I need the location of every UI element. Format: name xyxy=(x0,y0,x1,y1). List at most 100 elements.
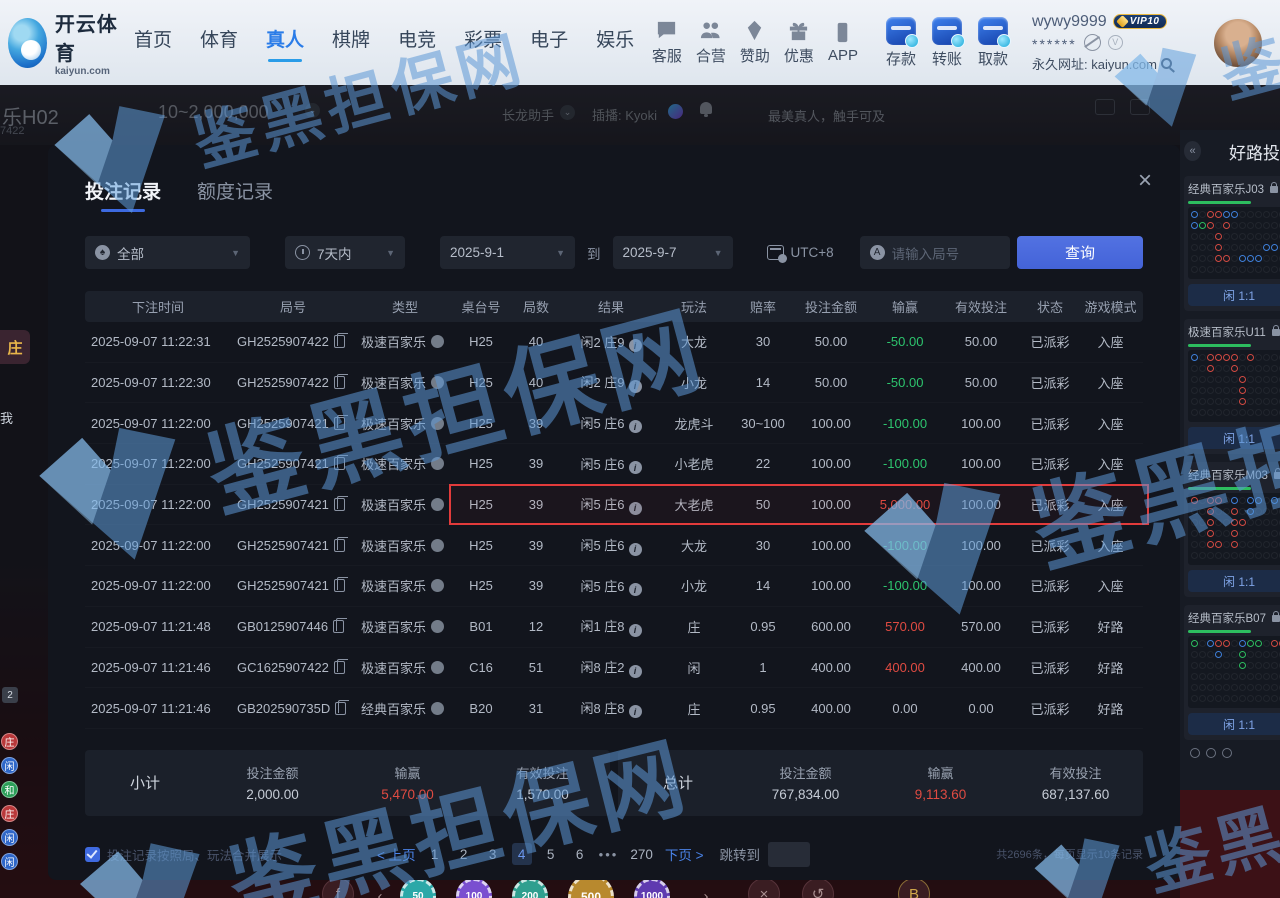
menu-item-棋牌[interactable]: 棋牌 xyxy=(332,25,370,60)
menu-item-体育[interactable]: 体育 xyxy=(200,25,238,60)
cancel-bet-icon[interactable]: × xyxy=(748,878,780,898)
prev-page-button[interactable]: < 上页 xyxy=(377,844,416,864)
nav-item-promo[interactable]: 优惠 xyxy=(784,19,814,66)
menu-item-彩票[interactable]: 彩票 xyxy=(464,25,502,60)
collapse-icon[interactable]: « xyxy=(1184,141,1201,161)
info-icon[interactable]: i xyxy=(629,543,642,556)
copy-icon[interactable] xyxy=(335,702,346,715)
chip-200[interactable]: 200 xyxy=(512,878,548,898)
page-number-2[interactable]: 2 xyxy=(454,843,474,865)
page-number-last[interactable]: 270 xyxy=(627,843,656,865)
game-type-icon[interactable] xyxy=(431,498,444,511)
date-from-dropdown[interactable]: 2025-9-1 ▼ xyxy=(440,236,575,269)
close-icon[interactable]: × xyxy=(1138,169,1152,193)
nav-item-app[interactable]: APP xyxy=(828,21,858,64)
game-type-icon[interactable] xyxy=(431,620,444,633)
total-winloss: 9,113.60 xyxy=(873,787,1008,802)
column-header: 结果 xyxy=(565,297,657,316)
copy-icon[interactable] xyxy=(334,457,345,470)
withdraw-button[interactable]: 取款 xyxy=(978,17,1008,69)
menu-item-电竞[interactable]: 电竞 xyxy=(398,25,436,60)
quick-bet-button[interactable]: 闲 1:1 xyxy=(1188,713,1280,735)
game-type-icon[interactable] xyxy=(431,702,444,715)
copy-icon[interactable] xyxy=(334,335,345,348)
copy-icon[interactable] xyxy=(334,579,345,592)
page-number-6[interactable]: 6 xyxy=(570,843,590,865)
copy-icon[interactable] xyxy=(334,661,345,674)
search-icon[interactable] xyxy=(1161,58,1172,69)
chips-next-icon[interactable]: › xyxy=(690,880,722,898)
chip-1000[interactable]: 1000 xyxy=(634,878,670,898)
total-amount: 767,834.00 xyxy=(738,787,873,802)
info-icon[interactable]: i xyxy=(629,461,642,474)
vip-badge[interactable]: VIP10 xyxy=(1113,14,1168,29)
refresh-v-icon[interactable]: V xyxy=(1108,35,1123,50)
copy-icon[interactable] xyxy=(334,498,345,511)
copy-icon[interactable] xyxy=(334,417,345,430)
tab-bet-records[interactable]: 投注记录 xyxy=(85,177,161,214)
tab-quota-records[interactable]: 额度记录 xyxy=(197,177,273,214)
copy-icon[interactable] xyxy=(334,376,345,389)
page-number-5[interactable]: 5 xyxy=(541,843,561,865)
brand-logo-icon xyxy=(8,18,47,68)
nav-item-partner[interactable]: 合营 xyxy=(696,19,726,66)
pager-dots[interactable] xyxy=(1190,748,1280,758)
menu-item-首页[interactable]: 首页 xyxy=(134,25,172,60)
timezone-label: UTC+8 xyxy=(767,245,834,260)
info-icon[interactable]: i xyxy=(629,502,642,515)
quick-bet-button[interactable]: 闲 1:1 xyxy=(1188,570,1280,592)
deposit-button[interactable]: 存款 xyxy=(886,17,916,69)
transfer-button[interactable]: 转账 xyxy=(932,17,962,69)
game-type-icon[interactable] xyxy=(431,579,444,592)
menu-item-娱乐[interactable]: 娱乐 xyxy=(596,25,634,60)
copy-icon[interactable] xyxy=(334,539,345,552)
info-icon[interactable]: i xyxy=(629,705,642,718)
info-icon[interactable]: i xyxy=(629,420,642,433)
game-type-icon[interactable] xyxy=(431,539,444,552)
pagination: < 上页123456•••270下页 > xyxy=(377,843,703,865)
info-icon[interactable]: i xyxy=(629,583,642,596)
merge-toggle[interactable]: 投注记录按照局、玩法合并展示 xyxy=(85,845,282,864)
page-number-4[interactable]: 4 xyxy=(512,843,532,865)
menu-item-真人[interactable]: 真人 xyxy=(266,25,304,60)
quick-bet-button[interactable]: 闲 1:1 xyxy=(1188,427,1280,449)
nav-item-sponsor[interactable]: 赞助 xyxy=(740,19,770,66)
date-to-dropdown[interactable]: 2025-9-7 ▼ xyxy=(613,236,733,269)
query-button[interactable]: 查询 xyxy=(1017,236,1143,269)
menu-item-电子[interactable]: 电子 xyxy=(530,25,568,60)
eye-off-icon[interactable] xyxy=(1084,34,1101,51)
chip-50[interactable]: 50 xyxy=(400,878,436,898)
game-type-icon[interactable] xyxy=(431,457,444,470)
info-icon[interactable]: i xyxy=(629,380,642,393)
info-icon[interactable]: i xyxy=(629,339,642,352)
copy-icon[interactable] xyxy=(333,620,344,633)
next-page-button[interactable]: 下页 > xyxy=(665,844,704,864)
page-number-1[interactable]: 1 xyxy=(425,843,445,865)
brand-logo[interactable]: 开云体育 kaiyun.com xyxy=(8,8,120,77)
chips-prev-icon[interactable]: ‹ xyxy=(364,880,396,898)
page-number-3[interactable]: 3 xyxy=(483,843,503,865)
game-type-dropdown[interactable]: ♠ 全部 ▼ xyxy=(85,236,250,269)
game-type-icon[interactable] xyxy=(431,417,444,430)
date-range-dropdown[interactable]: 7天内 ▼ xyxy=(285,236,405,269)
balance-icon[interactable]: B xyxy=(898,878,930,898)
game-type-icon[interactable] xyxy=(431,661,444,674)
game-type-icon[interactable] xyxy=(431,335,444,348)
table-header: 下注时间局号类型桌台号局数结果玩法赔率投注金额输赢有效投注状态游戏模式 xyxy=(85,291,1143,322)
quick-bet-button[interactable]: 闲 1:1 xyxy=(1188,284,1280,306)
banker-sticker: 庄 xyxy=(0,330,30,364)
chip-100[interactable]: 100 xyxy=(456,878,492,898)
undo-icon[interactable]: ↺ xyxy=(802,878,834,898)
jump-page-input[interactable] xyxy=(768,842,810,867)
sidebar-panels: 经典百家乐J03闲 1:1极速百家乐U11闲 1:1经典百家乐M03闲 1:1经… xyxy=(1180,176,1280,740)
avatar[interactable] xyxy=(1212,17,1264,69)
nav-item-service[interactable]: 客服 xyxy=(652,19,682,66)
column-header: 玩法 xyxy=(657,297,731,316)
info-icon[interactable]: i xyxy=(629,665,642,678)
game-type-icon[interactable] xyxy=(431,376,444,389)
chip-settings-icon[interactable]: f xyxy=(322,878,354,898)
info-icon[interactable]: i xyxy=(629,624,642,637)
checkbox-checked-icon[interactable] xyxy=(85,847,100,862)
round-search-input[interactable]: A 请输入局号 xyxy=(860,236,1010,269)
withdraw-icon xyxy=(978,17,1008,45)
